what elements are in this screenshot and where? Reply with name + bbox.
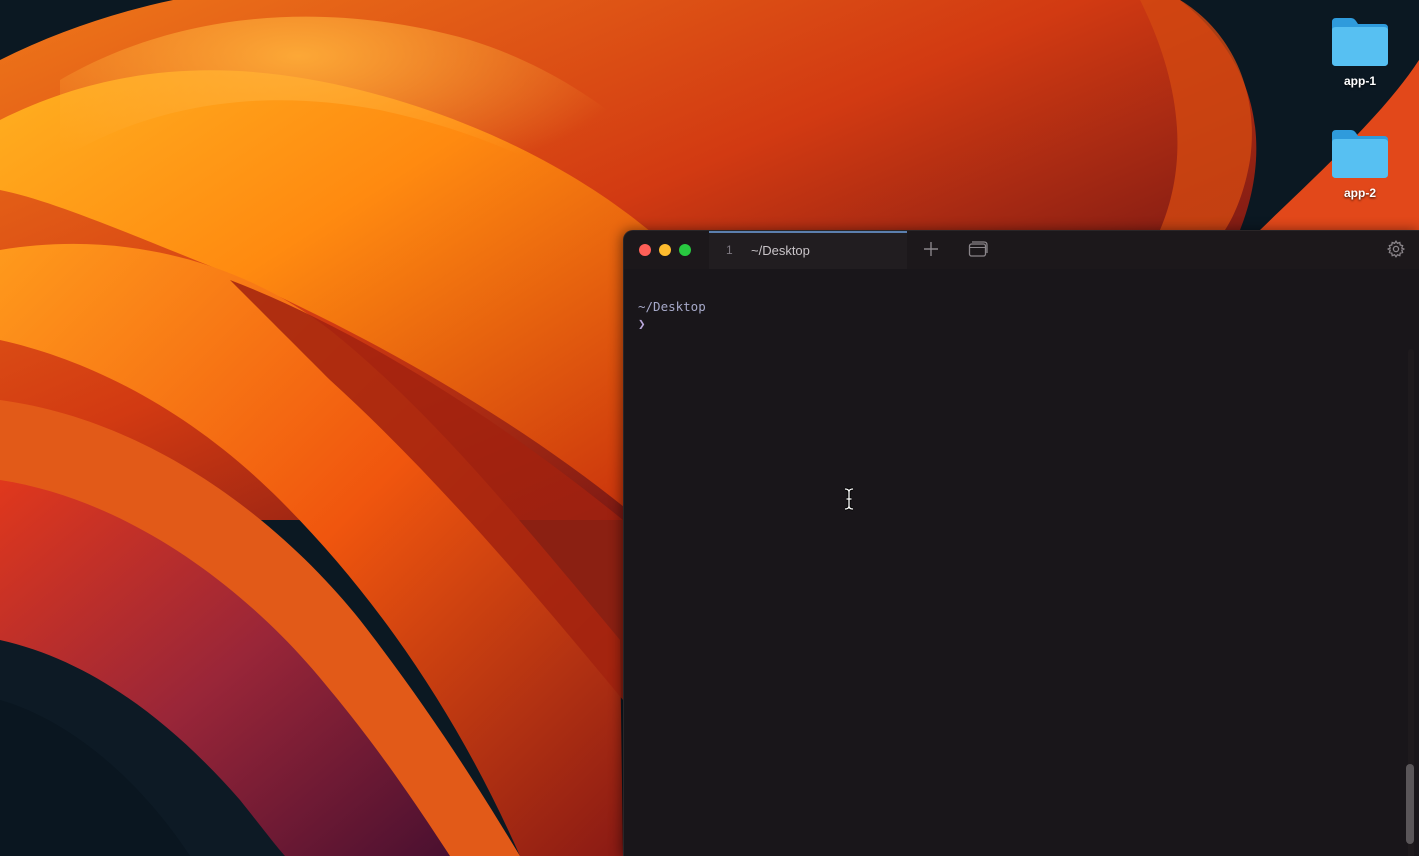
desktop-folder-app-1[interactable]: app-1 [1320,14,1400,88]
minimize-window-button[interactable] [659,244,671,256]
desktop-folder-label: app-2 [1343,186,1376,200]
desktop: app-1 app-2 1 ~/Desktop ~/Desktop ❯ [0,0,1419,856]
tabs-overview-icon[interactable] [967,239,989,259]
terminal-content[interactable]: ~/Desktop ❯ [624,269,1419,856]
prompt-symbol: ❯ [638,316,646,331]
maximize-window-button[interactable] [679,244,691,256]
text-cursor-icon [844,487,854,511]
cwd-line: ~/Desktop [638,299,706,314]
plus-icon[interactable] [921,239,941,259]
close-window-button[interactable] [639,244,651,256]
desktop-folder-app-2[interactable]: app-2 [1320,126,1400,200]
terminal-titlebar[interactable]: 1 ~/Desktop [624,231,1419,269]
desktop-folder-label: app-1 [1343,74,1376,88]
folder-icon [1332,130,1388,178]
tab-title: ~/Desktop [751,243,810,258]
folder-icon [1332,18,1388,66]
gear-icon[interactable] [1386,239,1406,259]
scrollbar-thumb[interactable] [1406,764,1414,844]
tab-desktop[interactable]: 1 ~/Desktop [709,231,907,269]
terminal-window[interactable]: 1 ~/Desktop ~/Desktop ❯ [623,230,1419,856]
tab-index: 1 [726,243,733,257]
